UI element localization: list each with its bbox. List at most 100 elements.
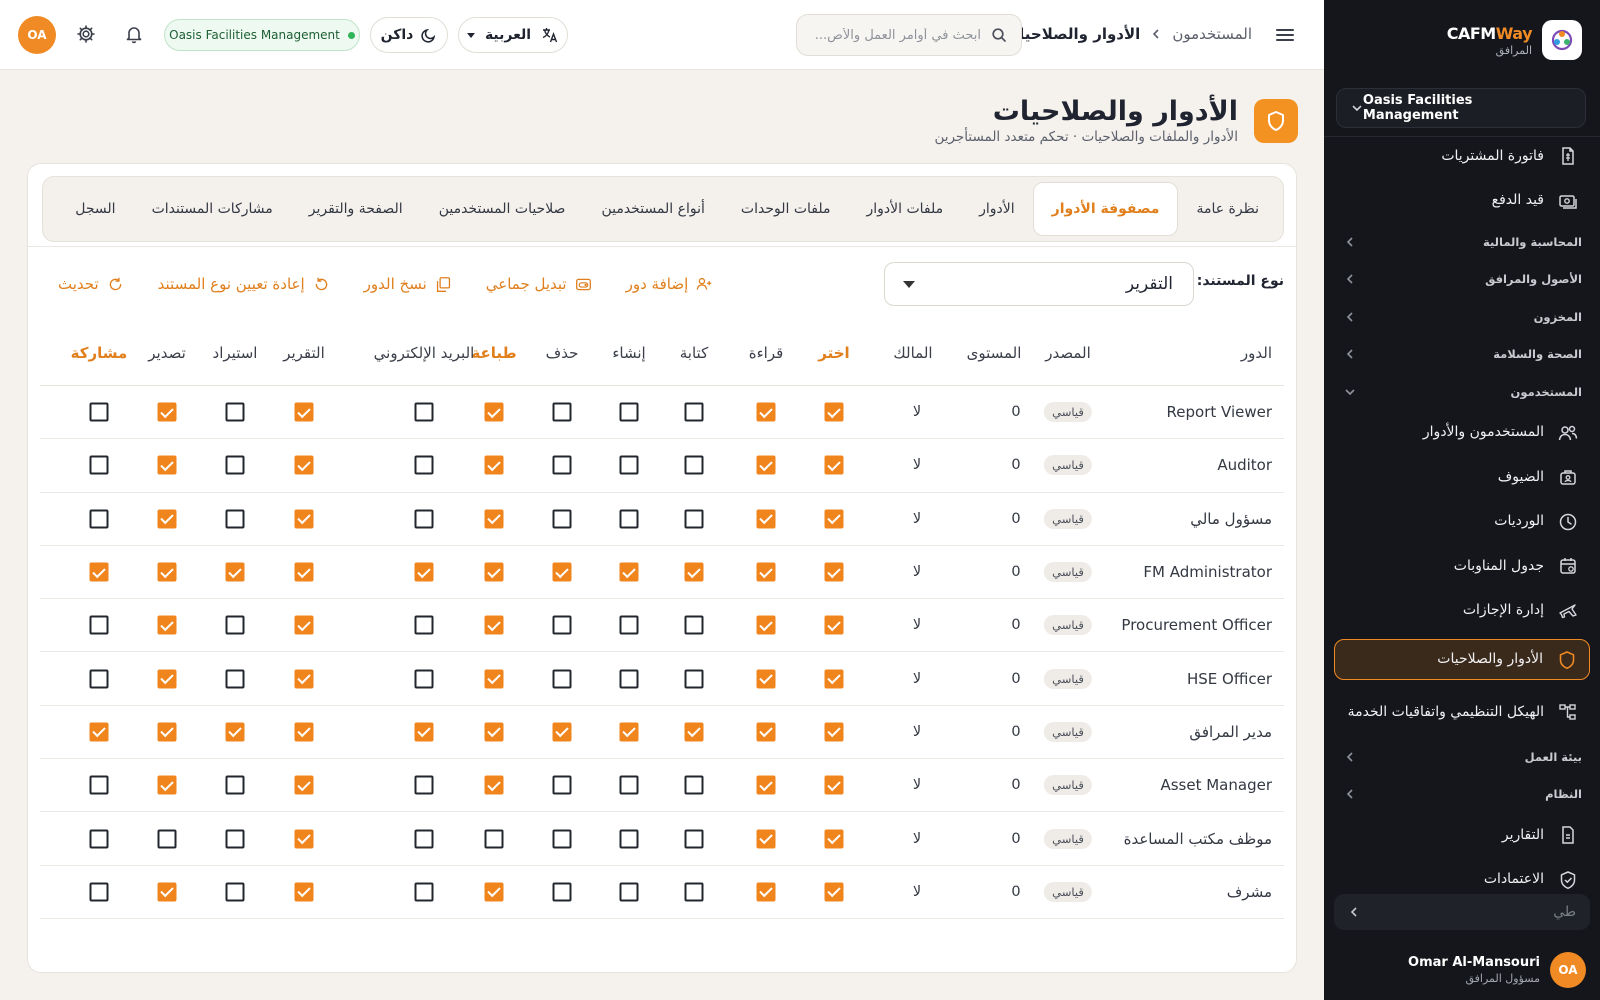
column-header[interactable]: المصدر	[1045, 344, 1091, 362]
permission-checkbox[interactable]	[484, 882, 504, 902]
language-selector[interactable]: العربية	[458, 17, 568, 53]
permission-checkbox[interactable]	[756, 509, 776, 529]
permission-checkbox[interactable]	[684, 509, 704, 529]
permission-checkbox[interactable]	[414, 615, 434, 635]
org-selector[interactable]: Oasis Facilities Management	[1336, 88, 1586, 128]
permission-checkbox[interactable]	[824, 775, 844, 795]
gear-icon[interactable]	[76, 24, 96, 44]
tab[interactable]: ملفات الأدوار	[848, 182, 961, 236]
permission-checkbox[interactable]	[157, 829, 177, 849]
permission-checkbox[interactable]	[157, 882, 177, 902]
permission-checkbox[interactable]	[89, 775, 109, 795]
permission-checkbox[interactable]	[89, 829, 109, 849]
sidebar-item[interactable]: فاتورة المشتريات	[1324, 134, 1600, 179]
column-header[interactable]: الدور	[1241, 344, 1272, 362]
permission-checkbox[interactable]	[294, 775, 314, 795]
permission-checkbox[interactable]	[824, 455, 844, 475]
permission-checkbox[interactable]	[414, 722, 434, 742]
permission-checkbox[interactable]	[414, 882, 434, 902]
bell-icon[interactable]	[124, 24, 144, 44]
permission-checkbox[interactable]	[414, 829, 434, 849]
permission-checkbox[interactable]	[552, 562, 572, 582]
column-header[interactable]: التقرير	[283, 344, 325, 362]
tab[interactable]: أنواع المستخدمين	[583, 182, 722, 236]
sidebar-group[interactable]: المخزون	[1324, 298, 1600, 336]
sidebar-item[interactable]: إدارة الإجازات	[1324, 589, 1600, 634]
permission-checkbox[interactable]	[89, 882, 109, 902]
permission-checkbox[interactable]	[756, 775, 776, 795]
permission-checkbox[interactable]	[225, 455, 245, 475]
permission-checkbox[interactable]	[225, 882, 245, 902]
permission-checkbox[interactable]	[89, 722, 109, 742]
permission-checkbox[interactable]	[756, 669, 776, 689]
permission-checkbox[interactable]	[552, 509, 572, 529]
permission-checkbox[interactable]	[619, 509, 639, 529]
sidebar-group[interactable]: المحاسبة والمالية	[1324, 223, 1600, 261]
permission-checkbox[interactable]	[619, 615, 639, 635]
sidebar-item[interactable]: المستخدمون والأدوار	[1324, 411, 1600, 456]
permission-checkbox[interactable]	[684, 562, 704, 582]
column-header[interactable]: طباعة	[471, 344, 516, 362]
permission-checkbox[interactable]	[824, 402, 844, 422]
permission-checkbox[interactable]	[157, 775, 177, 795]
user-avatar[interactable]: OA	[18, 16, 56, 54]
permission-checkbox[interactable]	[89, 669, 109, 689]
permission-checkbox[interactable]	[824, 722, 844, 742]
permission-checkbox[interactable]	[619, 402, 639, 422]
current-user[interactable]: OA Omar Al-Mansouri مسؤول المرافق	[1324, 940, 1600, 1000]
permission-checkbox[interactable]	[756, 722, 776, 742]
permission-checkbox[interactable]	[684, 455, 704, 475]
tab[interactable]: السجل	[57, 182, 133, 236]
permission-checkbox[interactable]	[225, 722, 245, 742]
action-button[interactable]: إعادة تعيين نوع المستند	[158, 275, 330, 293]
permission-checkbox[interactable]	[484, 562, 504, 582]
permission-checkbox[interactable]	[619, 562, 639, 582]
sidebar-item[interactable]: الهيكل التنظيمي واتفاقيات الخدمة	[1324, 686, 1600, 738]
column-header[interactable]: حذف	[546, 344, 579, 362]
permission-checkbox[interactable]	[684, 882, 704, 902]
permission-checkbox[interactable]	[294, 669, 314, 689]
permission-checkbox[interactable]	[756, 829, 776, 849]
permission-checkbox[interactable]	[619, 722, 639, 742]
permission-checkbox[interactable]	[414, 509, 434, 529]
doc-type-select[interactable]: التقرير	[884, 262, 1194, 306]
tab[interactable]: نظرة عامة	[1178, 182, 1277, 236]
sidebar-group[interactable]: النظام	[1324, 776, 1600, 814]
permission-checkbox[interactable]	[684, 615, 704, 635]
sidebar-item[interactable]: الورديات	[1324, 500, 1600, 545]
permission-checkbox[interactable]	[294, 455, 314, 475]
permission-checkbox[interactable]	[225, 562, 245, 582]
permission-checkbox[interactable]	[684, 829, 704, 849]
column-header[interactable]: قراءة	[749, 344, 784, 362]
permission-checkbox[interactable]	[157, 722, 177, 742]
action-button[interactable]: نسخ الدور	[364, 275, 452, 293]
permission-checkbox[interactable]	[225, 669, 245, 689]
org-status-badge[interactable]: Oasis Facilities Management	[164, 19, 360, 51]
permission-checkbox[interactable]	[824, 829, 844, 849]
permission-checkbox[interactable]	[619, 882, 639, 902]
permission-checkbox[interactable]	[619, 775, 639, 795]
permission-checkbox[interactable]	[414, 669, 434, 689]
tab[interactable]: مشاركات المستندات	[134, 182, 291, 236]
permission-checkbox[interactable]	[552, 829, 572, 849]
column-header[interactable]: استيراد	[213, 344, 258, 362]
permission-checkbox[interactable]	[157, 402, 177, 422]
column-header[interactable]: تصدير	[148, 344, 186, 362]
permission-checkbox[interactable]	[552, 775, 572, 795]
permission-checkbox[interactable]	[824, 669, 844, 689]
permission-checkbox[interactable]	[552, 402, 572, 422]
permission-checkbox[interactable]	[824, 509, 844, 529]
permission-checkbox[interactable]	[225, 829, 245, 849]
permission-checkbox[interactable]	[89, 402, 109, 422]
sidebar-group[interactable]: الأصول والمرافق	[1324, 261, 1600, 299]
permission-checkbox[interactable]	[294, 829, 314, 849]
column-header[interactable]: مشاركة	[71, 344, 128, 362]
permission-checkbox[interactable]	[225, 775, 245, 795]
permission-checkbox[interactable]	[484, 829, 504, 849]
permission-checkbox[interactable]	[225, 402, 245, 422]
permission-checkbox[interactable]	[294, 615, 314, 635]
action-button[interactable]: إضافة دور	[626, 275, 714, 293]
permission-checkbox[interactable]	[684, 669, 704, 689]
column-header[interactable]: المستوى	[967, 344, 1022, 362]
permission-checkbox[interactable]	[157, 615, 177, 635]
